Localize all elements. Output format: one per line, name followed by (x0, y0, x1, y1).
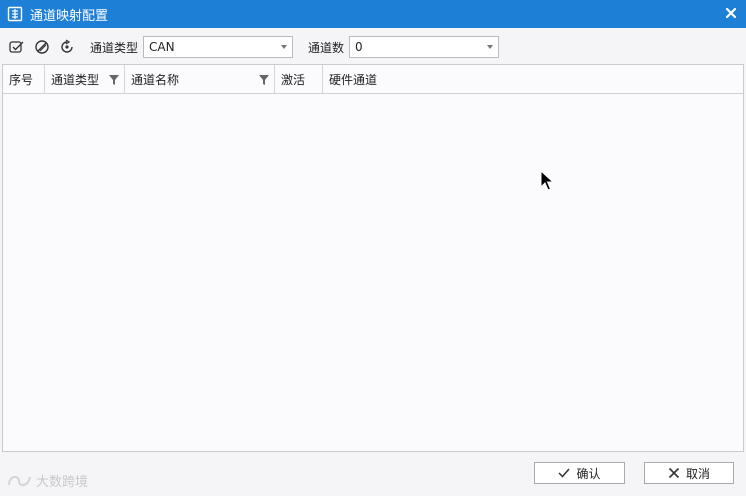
refresh-icon[interactable] (58, 38, 76, 56)
channel-count-label: 通道数 (308, 40, 345, 55)
watermark-text: 大数跨境 (36, 474, 89, 490)
channel-mapping-dialog: 通道映射配置 通道类型 CAN 通道数 0 序号 通道类型 通道名称 激活 硬件… (0, 0, 746, 496)
close-icon[interactable] (724, 6, 738, 20)
watermark: 大数跨境 (6, 470, 88, 490)
close-icon (668, 467, 680, 479)
window-title: 通道映射配置 (30, 8, 109, 24)
filter-icon[interactable] (109, 75, 119, 85)
cancel-button[interactable]: 取消 (644, 462, 734, 484)
toolbar: 通道类型 CAN 通道数 0 (0, 30, 746, 64)
app-icon (7, 6, 23, 22)
column-header-channel-name[interactable]: 通道名称 (125, 65, 275, 93)
channel-type-label: 通道类型 (90, 40, 139, 55)
uncheck-all-icon[interactable] (33, 38, 51, 56)
check-all-icon[interactable] (8, 38, 26, 56)
check-icon (558, 468, 571, 478)
grid-header: 序号 通道类型 通道名称 激活 硬件通道 (3, 65, 743, 94)
channel-type-value: CAN (149, 40, 175, 54)
watermark-logo-icon (8, 475, 31, 487)
column-header-active[interactable]: 激活 (275, 65, 323, 93)
title-bar: 通道映射配置 (0, 0, 746, 28)
channel-grid: 序号 通道类型 通道名称 激活 硬件通道 (2, 64, 744, 452)
channel-type-select[interactable]: CAN (143, 36, 294, 58)
chevron-down-icon (281, 45, 288, 49)
column-header-channel-type[interactable]: 通道类型 (45, 65, 125, 93)
ok-button[interactable]: 确认 (534, 462, 625, 484)
chevron-down-icon (487, 45, 494, 49)
channel-count-value: 0 (355, 40, 363, 54)
filter-icon[interactable] (259, 75, 269, 85)
column-header-hardware-channel[interactable]: 硬件通道 (323, 65, 743, 93)
grid-body[interactable] (3, 94, 743, 451)
column-header-seq[interactable]: 序号 (3, 65, 45, 93)
channel-count-select[interactable]: 0 (349, 36, 500, 58)
mouse-cursor-icon (540, 170, 554, 191)
